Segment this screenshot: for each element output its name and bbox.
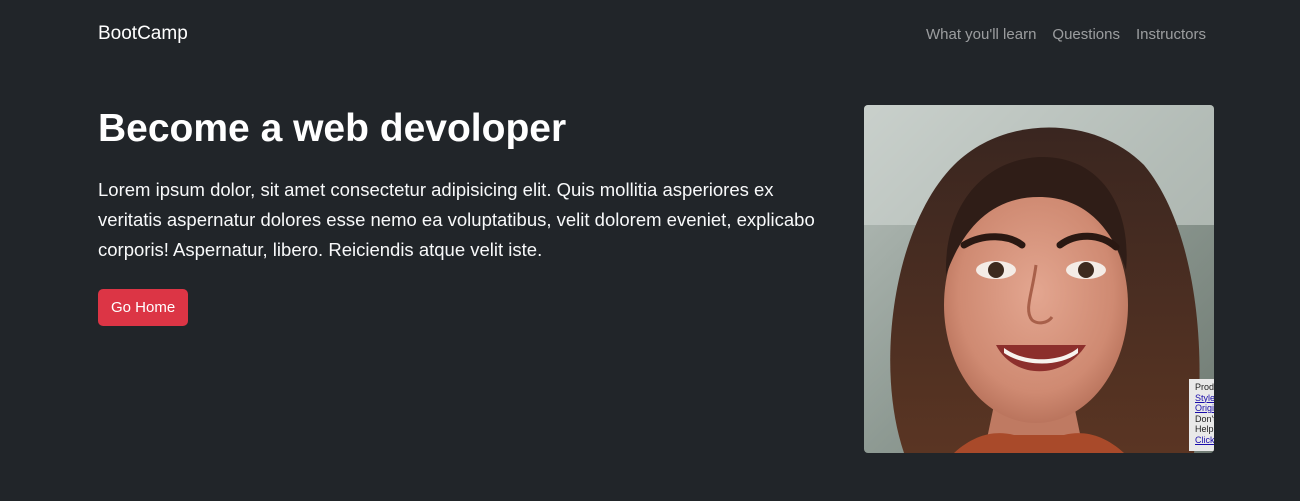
overlay-text-dont: Don't: [1195, 413, 1214, 424]
navbar: BootCamp What you'll learn Questions Ins…: [98, 18, 1206, 50]
nav-link-instructors[interactable]: Instructors: [1136, 26, 1206, 43]
nav-link-questions[interactable]: Questions: [1052, 26, 1120, 43]
go-home-button[interactable]: Go Home: [98, 288, 189, 326]
nav-links: What you'll learn Questions Instructors: [926, 26, 1206, 43]
nav-link-what-youll-learn[interactable]: What you'll learn: [926, 26, 1036, 43]
brand-link[interactable]: BootCamp: [98, 23, 188, 45]
hero-portrait-image: Prod Style Origi Don't Help Click: [864, 105, 1214, 453]
overlay-text-help: Help: [1195, 424, 1214, 434]
overlay-link-click[interactable]: Click: [1195, 435, 1214, 446]
hero-title: Become a web devoloper: [98, 107, 567, 150]
portrait-illustration: [864, 105, 1214, 453]
overlay-text-1: Prod: [1195, 382, 1214, 392]
overlay-link-style[interactable]: Style: [1195, 393, 1214, 404]
hero-description: Lorem ipsum dolor, sit amet consectetur …: [98, 178, 815, 260]
hero-section: Become a web devoloper Lorem ipsum dolor…: [98, 106, 838, 326]
overlay-link-original[interactable]: Origi: [1195, 403, 1214, 414]
image-overlay-panel: Prod Style Origi Don't Help Click: [1189, 379, 1214, 451]
